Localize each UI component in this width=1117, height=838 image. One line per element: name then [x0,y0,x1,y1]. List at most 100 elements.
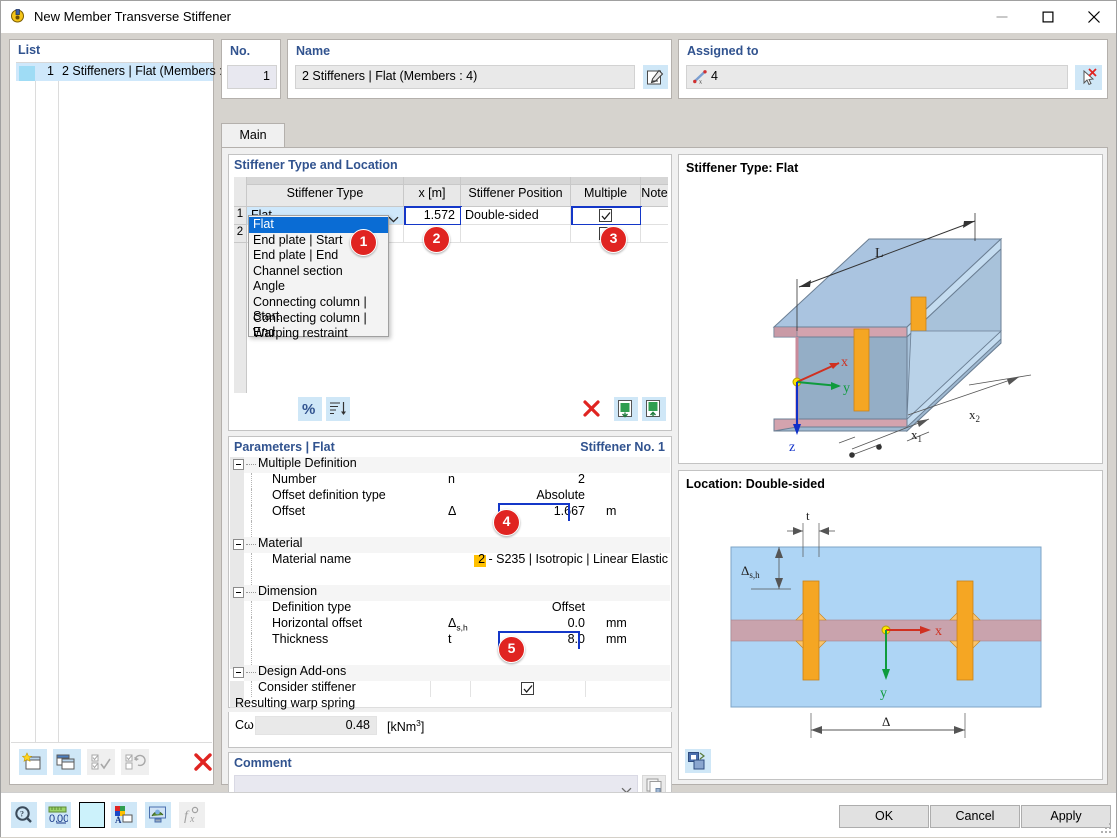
svg-text:y: y [880,686,887,701]
section-design-addons[interactable]: Design Add-ons [230,665,670,681]
graphic-settings-button[interactable] [685,749,711,773]
percent-button[interactable]: % [298,397,322,421]
row-header[interactable]: 2 [234,225,247,243]
ibeam-3d-illustration: L x y z [679,179,1102,464]
apply-button[interactable]: Apply [1021,805,1111,828]
note-cell-row1[interactable] [641,207,668,225]
section-title: Dimension [258,584,317,598]
callout-marker-3: 3 [600,226,627,253]
param-row-definition-type[interactable]: Definition type Offset [244,601,670,617]
stiffener-position-cell[interactable]: Double-sided [461,207,571,225]
render-settings-button[interactable]: A [111,802,137,828]
formula-button: f x [179,802,205,828]
param-row-thickness[interactable]: Thickness t 8.0 mm [244,633,670,649]
param-value[interactable]: Offset [552,600,585,614]
param-value[interactable]: Absolute [536,488,585,502]
svg-text:L: L [875,246,884,261]
param-symbol: Δs,h [448,616,468,633]
ok-button[interactable]: OK [839,805,929,828]
stiffener-table: Stiffener Type x [m] Stiffener Position … [234,177,668,393]
cancel-button[interactable]: Cancel [930,805,1020,828]
location-graphic-caption: Location: Double-sided [686,477,825,491]
svg-text:Δ: Δ [882,714,890,729]
number-panel: No. 1 [221,39,281,99]
param-label: Consider stiffener [258,680,356,694]
bottom-bar: ? 0, 00 A [1,792,1116,837]
column-header-multiple[interactable]: Multiple [571,177,641,207]
section-material[interactable]: Material [230,537,670,553]
visibility-button[interactable] [145,802,171,828]
list-panel: List 1 2 Stiffeners | Flat (Members : 4) [9,39,214,785]
assigned-to-field[interactable]: 4 [686,65,1068,89]
material-name-value[interactable]: 2 - S235 | Isotropic | Linear Elastic [478,552,668,566]
list-item[interactable]: 1 2 Stiffeners | Flat (Members : 4) [16,63,213,81]
column-header-x[interactable]: x [m] [404,177,461,207]
sort-button[interactable] [326,397,350,421]
left-column: Stiffener Type and Location Stiffener Ty… [228,154,672,780]
param-symbol: Δ [448,504,456,518]
edit-name-button[interactable] [643,65,668,89]
name-field[interactable]: 2 Stiffeners | Flat (Members : 4) [295,65,635,89]
stiffener-number-label: Stiffener No. 1 [580,440,665,454]
svg-text:x1: x1 [911,427,922,444]
column-header-note[interactable]: Note [641,177,668,207]
svg-text:y: y [843,381,850,396]
param-row-material-name[interactable]: Material name 2 - S235 | Isotropic | Lin… [244,553,670,569]
list-header: List [10,40,213,62]
color-swatch-button[interactable] [79,802,105,828]
thickness-label: t [806,508,810,523]
stiffener-table-toolbar: % [234,395,668,427]
stiffener-type-graphic: Stiffener Type: Flat [678,154,1103,464]
comment-label: Comment [234,756,292,770]
parameters-label: Parameters | Flat [234,440,335,454]
param-row-horizontal-offset[interactable]: Horizontal offset Δs,h 0.0 mm [244,617,670,633]
param-unit: mm [606,616,627,630]
param-value[interactable]: 0.0 [568,616,585,630]
note-cell-row2[interactable] [641,225,668,243]
collapse-icon[interactable] [233,587,244,598]
maximize-button[interactable] [1025,1,1070,32]
dropdown-option-warping-restraint[interactable]: Warping restraint [249,326,388,342]
param-row-offset[interactable]: Offset Δ 1.667 m [244,505,670,521]
collapse-icon[interactable] [233,667,244,678]
delete-item-button[interactable] [189,749,217,775]
param-value[interactable]: 2 [578,472,585,486]
collapse-icon[interactable] [233,459,244,470]
consider-stiffener-checkbox[interactable] [521,682,534,695]
dialog-body: List 1 2 Stiffeners | Flat (Members : 4) [1,33,1116,792]
dialog-window: New Member Transverse Stiffener List 1 2 [0,0,1117,837]
units-button[interactable]: 0, 00 [45,802,71,828]
dropdown-option-channel-section[interactable]: Channel section [249,264,388,280]
param-label: Offset [272,504,305,518]
import-excel-button[interactable] [614,397,638,421]
stiffener-position-cell-row2[interactable] [461,225,571,243]
dropdown-option-connecting-column-end[interactable]: Connecting column | End [249,311,388,327]
section-dimension[interactable]: Dimension [230,585,670,601]
number-field[interactable]: 1 [227,65,277,89]
copy-item-button[interactable] [53,749,81,775]
tab-main[interactable]: Main [221,123,285,148]
column-header-stiffener-type[interactable]: Stiffener Type [247,177,404,207]
new-item-button[interactable] [19,749,47,775]
param-row-number[interactable]: Number n 2 [244,473,670,489]
resize-grip[interactable] [1101,823,1113,835]
minimize-button[interactable] [979,1,1024,32]
delete-row-button[interactable] [580,397,604,421]
warp-spring-group: Resulting warp spring Cω 0.48 [kNm3] [228,712,672,748]
assigned-to-panel: Assigned to 4 x [678,39,1108,99]
pick-members-button[interactable] [1075,65,1102,90]
section-multiple-definition[interactable]: Multiple Definition [230,457,670,473]
export-excel-button[interactable] [642,397,666,421]
warp-spring-value[interactable]: 0.48 [255,716,377,735]
collapse-icon[interactable] [233,539,244,550]
stiffener-app-icon [10,8,28,26]
dropdown-option-connecting-column-start[interactable]: Connecting column | Start [249,295,388,311]
dropdown-option-angle[interactable]: Angle [249,279,388,295]
param-row-offset-definition-type[interactable]: Offset definition type Absolute [244,489,670,505]
close-button[interactable] [1071,1,1116,32]
column-header-stiffener-position[interactable]: Stiffener Position [461,177,571,207]
row-header[interactable]: 1 [234,207,247,225]
help-button[interactable]: ? [11,802,37,828]
member-icon: x [693,70,709,87]
param-row-consider-stiffener[interactable]: Consider stiffener [230,681,670,697]
